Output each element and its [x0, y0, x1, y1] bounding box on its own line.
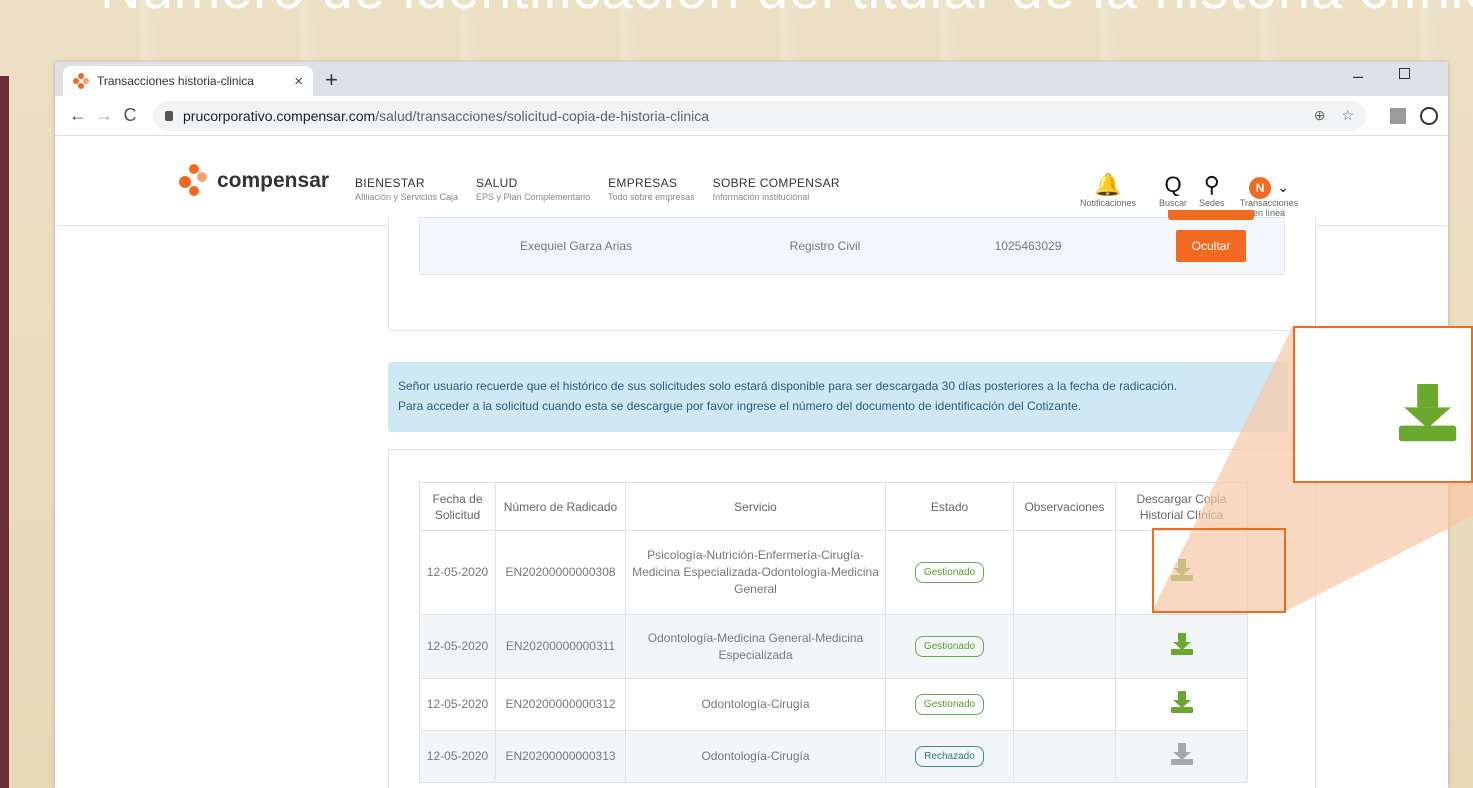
avatar: N [1249, 177, 1272, 199]
status-badge: Gestionado [914, 636, 985, 657]
address-bar: ← → C prucorporativo.compensar.com/salud… [55, 96, 1448, 136]
cell-servicio: Odontología-Cirugía [625, 730, 886, 783]
col-servicio: Servicio [625, 482, 886, 531]
col-fecha: Fecha de Solicitud [419, 482, 496, 531]
menu-item-bienestar[interactable]: BIENESTAR Afiliación y Servicios Caja [355, 176, 458, 202]
slide-title: Número de identificación del titular de … [100, 0, 1473, 21]
hidden-button-edge [1168, 210, 1254, 220]
menu-item-sobre-compensar[interactable]: SOBRE COMPENSAR Información instituciona… [713, 176, 840, 202]
requests-table: Fecha de Solicitud Número de Radicado Se… [419, 482, 1248, 783]
menu-title: SALUD [476, 176, 518, 190]
map-pin-icon: ⚲ [1203, 172, 1220, 197]
hide-button[interactable]: Ocultar [1175, 230, 1247, 262]
highlight-box [1152, 528, 1286, 613]
menu-subtitle: Todo sobre empresas [608, 192, 695, 202]
status-badge: Gestionado [914, 694, 985, 715]
beneficiary-row: Exequiel Garza Arias Registro Civil 1025… [419, 210, 1285, 275]
notice-line-1: Señor usuario recuerde que el histórico … [398, 379, 1178, 393]
cell-fecha: 12-05-2020 [419, 530, 496, 615]
main-menu: BIENESTAR Afiliación y Servicios Caja SA… [355, 176, 858, 202]
cell-servicio: Odontología-Medicina General-Medicina Es… [625, 614, 886, 679]
profile-icon[interactable] [1420, 106, 1438, 125]
beneficiary-doc-number: 1025463029 [994, 239, 1062, 253]
menu-item-empresas[interactable]: EMPRESAS Todo sobre empresas [608, 176, 695, 202]
slide-accent-bar [0, 76, 9, 788]
close-tab-icon[interactable]: × [294, 73, 303, 90]
status-badge: Gestionado [914, 562, 985, 583]
new-tab-button[interactable]: + [325, 67, 338, 93]
menu-subtitle: Afiliación y Servicios Caja [355, 192, 459, 202]
col-radicado: Número de Radicado [495, 482, 626, 531]
forward-button[interactable]: → [91, 105, 117, 126]
cell-servicio: Psicología-Nutrición-Enfermería-Cirugía-… [625, 530, 886, 615]
logo-text: compensar [217, 169, 330, 192]
notifications-label: Notificaciones [1080, 198, 1137, 208]
notice-line-2: Para acceder a la solicitud cuando esta … [398, 399, 1082, 413]
table-row: 12-05-2020 EN20200000000313 Odontología-… [419, 730, 1248, 783]
table-row: 12-05-2020 EN20200000000312 Odontología-… [419, 678, 1248, 731]
cell-fecha: 12-05-2020 [419, 614, 496, 679]
menu-title: BIENESTAR [355, 176, 425, 190]
back-button[interactable]: ← [65, 105, 91, 126]
download-icon[interactable] [1170, 691, 1193, 713]
download-icon[interactable] [1170, 633, 1193, 655]
pdf-extension-icon[interactable] [1390, 107, 1406, 124]
menu-subtitle: EPS y Plan Complementario [476, 192, 591, 202]
reload-button[interactable]: C [117, 105, 143, 126]
cell-observaciones [1013, 530, 1116, 615]
tab-title: Transacciones historia-clinica [97, 74, 254, 88]
search-icon: Q [1164, 172, 1182, 197]
browser-tab[interactable]: Transacciones historia-clinica × [63, 66, 313, 96]
maximize-button[interactable] [1399, 68, 1410, 79]
cell-radicado: EN20200000000312 [495, 678, 626, 731]
bell-icon: 🔔 [1094, 172, 1122, 197]
col-observaciones: Observaciones [1013, 482, 1116, 531]
cell-observaciones [1013, 730, 1116, 783]
url-host: prucorporativo.compensar.com [183, 107, 376, 124]
beneficiary-name: Exequiel Garza Arias [519, 239, 633, 253]
table-row: 12-05-2020 EN20200000000311 Odontología-… [419, 614, 1248, 679]
cell-radicado: EN20200000000308 [495, 530, 626, 615]
locations-button[interactable]: ⚲ Sedes [1199, 172, 1225, 208]
menu-title: SOBRE COMPENSAR [712, 176, 840, 190]
cell-fecha: 12-05-2020 [419, 730, 496, 783]
minimize-button[interactable]: – [1353, 66, 1363, 87]
lock-icon [165, 110, 173, 121]
menu-subtitle: Información institucional [712, 192, 810, 202]
beneficiary-card: Exequiel Garza Arias Registro Civil 1025… [388, 210, 1316, 331]
bookmark-star-icon[interactable]: ☆ [1341, 107, 1354, 124]
download-icon-zoomed [1399, 384, 1457, 442]
zoom-icon[interactable]: ⊕ [1314, 107, 1326, 124]
download-disabled-icon [1170, 743, 1193, 765]
zoom-callout [1293, 326, 1473, 483]
search-label: Buscar [1159, 198, 1188, 208]
beneficiary-doc-type: Registro Civil [789, 239, 861, 253]
locations-label: Sedes [1199, 198, 1225, 208]
status-badge: Rechazado [915, 746, 984, 767]
compensar-logo-mark-icon [175, 162, 213, 200]
col-estado: Estado [885, 482, 1014, 531]
tab-bar: Transacciones historia-clinica × + – [55, 62, 1448, 96]
url-input[interactable]: prucorporativo.compensar.com/salud/trans… [153, 100, 1366, 131]
notifications-button[interactable]: 🔔 Notificaciones [1080, 172, 1136, 208]
cell-observaciones [1013, 678, 1116, 731]
menu-item-salud[interactable]: SALUD EPS y Plan Complementario [476, 176, 590, 202]
chevron-down-icon: ⌄ [1277, 179, 1289, 195]
cell-fecha: 12-05-2020 [419, 678, 496, 731]
cell-radicado: EN20200000000313 [495, 730, 626, 783]
compensar-logo[interactable]: compensar [175, 162, 329, 200]
url-path: /salud/transacciones/solicitud-copia-de-… [375, 107, 710, 124]
cell-observaciones [1013, 614, 1116, 679]
table-row: 12-05-2020 EN20200000000308 Psicología-N… [419, 530, 1248, 615]
cell-servicio: Odontología-Cirugía [625, 678, 886, 731]
menu-title: EMPRESAS [608, 176, 678, 190]
cell-radicado: EN20200000000311 [495, 614, 626, 679]
search-button[interactable]: Q Buscar [1159, 172, 1187, 208]
compensar-favicon-icon [73, 73, 89, 89]
